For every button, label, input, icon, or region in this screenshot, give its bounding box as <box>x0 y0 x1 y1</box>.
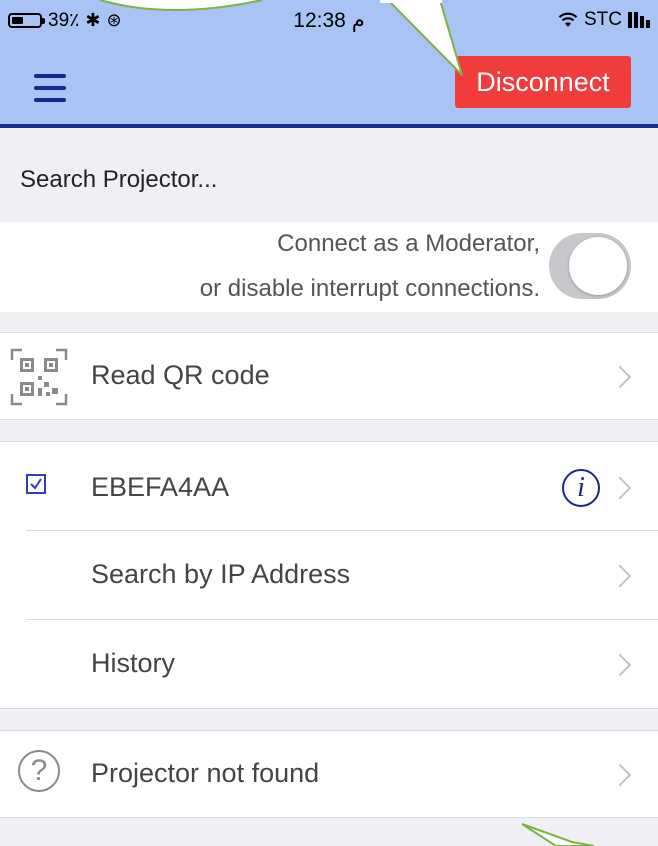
history-label: History <box>91 648 176 678</box>
carrier-text: STC <box>584 9 622 30</box>
chevron-right-icon <box>608 653 632 677</box>
search-projector-label[interactable]: Search Projector... <box>20 166 217 194</box>
menu-button[interactable] <box>34 74 68 104</box>
help-group: ? Projector not found <box>0 730 658 818</box>
search-by-ip-row[interactable]: Search by IP Address <box>0 531 658 619</box>
read-qr-code-row[interactable]: Read QR code <box>0 332 658 420</box>
projector-name: EBEFA4AA <box>91 472 230 502</box>
projector-not-found-label: Projector not found <box>91 758 320 788</box>
moderator-toggle[interactable] <box>549 233 631 299</box>
info-icon[interactable]: i <box>562 469 600 507</box>
divider <box>0 708 658 709</box>
chevron-right-icon <box>608 365 632 389</box>
moderator-text-line2: or disable interrupt connections. <box>199 275 540 302</box>
disconnect-button[interactable]: Disconnect <box>455 56 631 108</box>
toggle-knob <box>569 237 627 295</box>
read-qr-code-label: Read QR code <box>91 360 270 390</box>
checkbox-icon[interactable] <box>26 474 46 494</box>
qr-group: Read QR code <box>0 332 658 420</box>
qr-code-icon <box>10 348 68 406</box>
chevron-right-icon <box>608 564 632 588</box>
projector-row-ebefa4aa[interactable]: EBEFA4AA i <box>0 441 658 530</box>
moderator-text-line1: Connect as a Moderator, <box>277 230 540 257</box>
search-by-ip-label: Search by IP Address <box>91 559 351 589</box>
status-right: STC <box>558 0 650 40</box>
menu-icon-bar <box>34 86 66 90</box>
menu-icon-bar <box>34 98 66 102</box>
chevron-right-icon <box>608 476 632 500</box>
history-row[interactable]: History <box>0 620 658 709</box>
wifi-icon <box>558 12 578 27</box>
signal-icon <box>628 12 650 28</box>
projector-group: EBEFA4AA i Search by IP Address History <box>0 441 658 709</box>
divider <box>0 817 658 818</box>
chevron-right-icon <box>608 763 632 787</box>
help-icon: ? <box>18 750 60 792</box>
menu-icon-bar <box>34 74 66 78</box>
time-text: 12:38 م <box>293 8 365 32</box>
projector-not-found-row[interactable]: ? Projector not found <box>0 730 658 818</box>
